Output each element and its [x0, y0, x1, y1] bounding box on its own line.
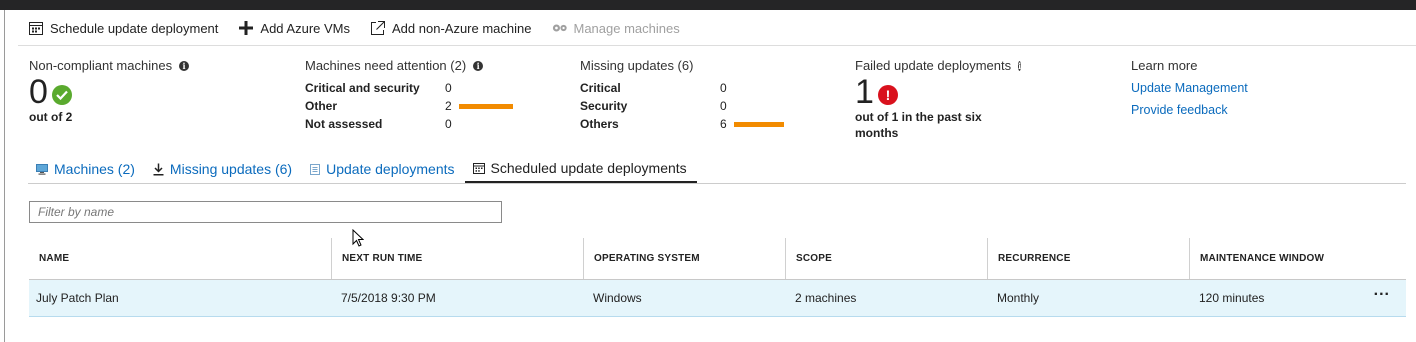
scheduled-deployments-grid: NAME NEXT RUN TIME OPERATING SYSTEM SCOP…	[29, 238, 1406, 317]
attention-tile[interactable]: Machines need attention (2) i Critical a…	[305, 58, 539, 131]
tab-machines[interactable]: Machines (2)	[28, 155, 145, 183]
update-management-link[interactable]: Update Management	[1131, 81, 1248, 95]
tab-missing-updates[interactable]: Missing updates (6)	[145, 155, 302, 183]
add-azure-vms-button[interactable]: Add Azure VMs	[238, 20, 350, 36]
noncompliant-value-row: 0	[29, 75, 189, 109]
learn-more-title: Learn more	[1131, 58, 1198, 73]
manage-machines-button[interactable]: Manage machines	[552, 20, 680, 36]
download-icon	[153, 163, 164, 176]
failed-count: 1	[855, 73, 874, 111]
noncompliant-count: 0	[29, 73, 48, 111]
monitor-icon	[36, 163, 48, 175]
row-more-options-button[interactable]: ...	[1374, 283, 1390, 299]
cell-operating-system: Windows	[593, 291, 642, 305]
failed-value-row: 1 !	[855, 75, 1005, 109]
schedule-update-label: Schedule update deployment	[50, 20, 219, 36]
checkmark-icon	[51, 85, 72, 105]
blade-left-border	[4, 10, 5, 342]
missing-value: 0	[720, 81, 727, 95]
add-azure-vms-label: Add Azure VMs	[260, 20, 351, 36]
tab-update-deployments[interactable]: Update deployments	[302, 155, 464, 183]
toolbar-divider	[18, 45, 1416, 46]
cell-next-run-time: 7/5/2018 9:30 PM	[341, 291, 436, 305]
noncompliant-title: Non-compliant machines i	[29, 58, 190, 73]
info-icon[interactable]: i	[473, 60, 484, 71]
missing-label: Others	[580, 117, 619, 131]
tab-machines-label: Machines (2)	[54, 161, 135, 177]
missing-label: Security	[580, 99, 628, 113]
attention-label: Other	[305, 99, 338, 113]
attention-title-text: Machines need attention (2)	[305, 58, 467, 73]
command-bar: Schedule update deployment Add Azure VMs…	[28, 18, 700, 38]
filter-by-name-input[interactable]	[29, 201, 502, 223]
cell-scope: 2 machines	[795, 291, 857, 305]
tab-strip: Machines (2) Missing updates (6) Update …	[28, 155, 697, 183]
tab-missing-updates-label: Missing updates (6)	[169, 161, 293, 177]
add-non-azure-label: Add non-Azure machine	[392, 20, 532, 36]
noncompliant-title-text: Non-compliant machines	[29, 58, 173, 73]
cell-maintenance-window: 120 minutes ...	[1189, 283, 1406, 306]
column-header-name[interactable]: NAME	[29, 238, 331, 279]
window-top-bar	[0, 0, 1416, 10]
provide-feedback-link[interactable]: Provide feedback	[1131, 103, 1248, 117]
missing-breakdown: Critical 0 Security 0 Others 6	[580, 81, 814, 131]
manage-machines-label: Manage machines	[573, 20, 680, 36]
cell-maintenance-window-text: 120 minutes	[1199, 291, 1265, 305]
attention-label: Critical and security	[305, 81, 420, 95]
column-header-scope[interactable]: SCOPE	[785, 238, 987, 279]
error-icon: !	[877, 85, 898, 105]
attention-value: 0	[445, 81, 452, 95]
noncompliant-subtext: out of 2	[29, 110, 73, 124]
attention-value: 0	[445, 117, 452, 131]
missing-value: 6	[720, 117, 727, 131]
failed-subtext: out of 1 in the past six months	[855, 110, 982, 140]
grid-header: NAME NEXT RUN TIME OPERATING SYSTEM SCOP…	[29, 238, 1406, 280]
calendar-icon	[28, 20, 44, 36]
failed-title-text: Failed update deployments	[855, 58, 1012, 73]
column-header-maintenance-window[interactable]: MAINTENANCE WINDOW	[1189, 238, 1406, 279]
cell-recurrence: Monthly	[997, 291, 1040, 305]
tab-scheduled-update-deployments[interactable]: Scheduled update deployments	[464, 155, 697, 183]
calendar-icon	[472, 162, 485, 174]
attention-breakdown: Critical and security 0 Other 2 Not asse…	[305, 81, 539, 131]
missing-updates-tile[interactable]: Missing updates (6) Critical 0 Security …	[580, 58, 814, 131]
missing-bar	[734, 121, 785, 127]
failed-deployments-tile[interactable]: Failed update deployments i 1 ! out of 1…	[855, 58, 1022, 141]
missing-updates-title: Missing updates (6)	[580, 58, 694, 73]
column-header-operating-system[interactable]: OPERATING SYSTEM	[583, 238, 785, 279]
column-header-next-run-time[interactable]: NEXT RUN TIME	[331, 238, 583, 279]
column-header-recurrence[interactable]: RECURRENCE	[987, 238, 1189, 279]
missing-value: 0	[720, 99, 727, 113]
table-row[interactable]: July Patch Plan 7/5/2018 9:30 PM Windows…	[29, 280, 1406, 317]
tabs-divider	[28, 183, 1406, 184]
tab-scheduled-label: Scheduled update deployments	[490, 160, 687, 176]
noncompliant-tile[interactable]: Non-compliant machines i 0 out of 2	[29, 58, 190, 125]
missing-label: Critical	[580, 81, 621, 95]
gears-icon	[552, 20, 568, 36]
attention-label: Not assessed	[305, 117, 383, 131]
learn-more-tile: Learn more Update Management Provide fee…	[1131, 58, 1248, 117]
plus-icon	[238, 20, 254, 36]
failed-title: Failed update deployments i	[855, 58, 1022, 73]
attention-title: Machines need attention (2) i	[305, 58, 539, 73]
tab-update-deployments-label: Update deployments	[326, 161, 455, 177]
attention-value: 2	[445, 99, 452, 113]
add-non-azure-machine-button[interactable]: Add non-Azure machine	[370, 20, 532, 36]
list-icon	[310, 163, 321, 175]
info-icon[interactable]: i	[1018, 60, 1022, 71]
external-link-icon	[370, 20, 386, 36]
schedule-update-deployment-button[interactable]: Schedule update deployment	[28, 20, 218, 36]
info-icon[interactable]: i	[179, 60, 190, 71]
attention-bar	[459, 103, 513, 109]
cell-name: July Patch Plan	[36, 291, 119, 305]
